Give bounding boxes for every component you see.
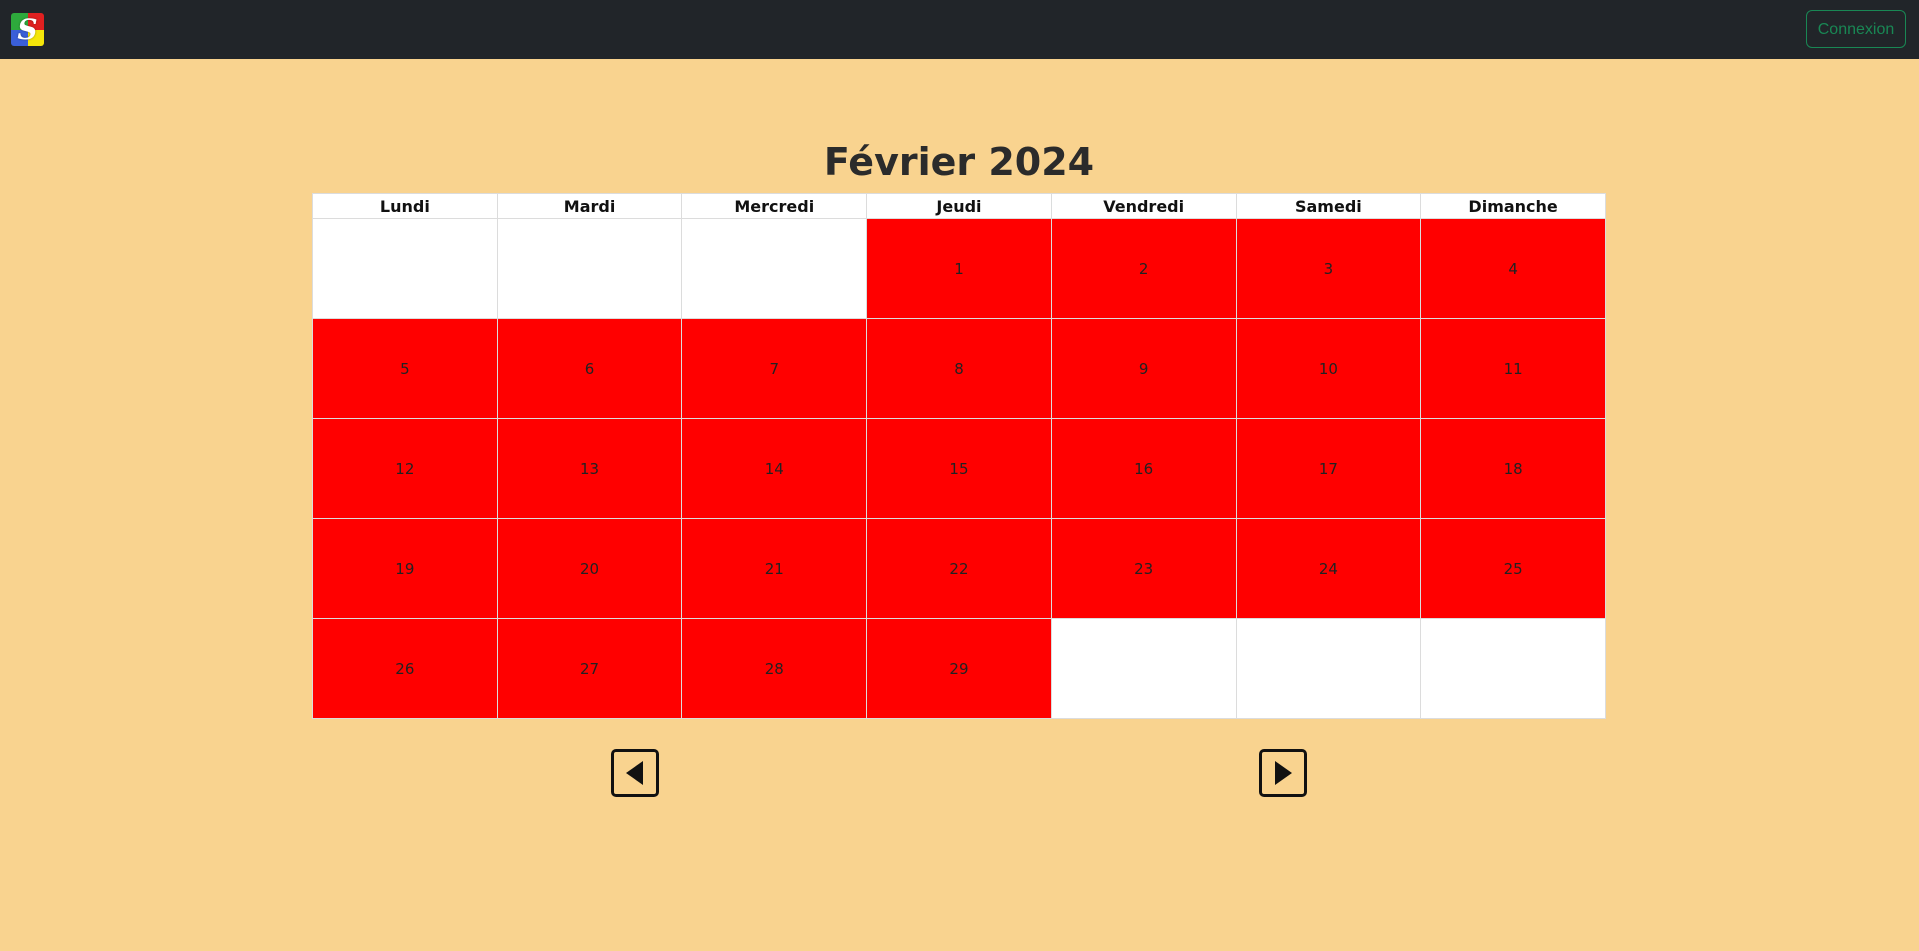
day-cell[interactable]: 2 [1050, 218, 1237, 319]
week-row: 5 6 7 8 9 10 11 [312, 318, 1606, 419]
calendar-title: Février 2024 [823, 140, 1095, 184]
day-cell[interactable]: 16 [1050, 418, 1237, 519]
day-cell [681, 218, 868, 319]
day-cell[interactable]: 28 [681, 618, 868, 719]
day-cell [496, 218, 683, 319]
brand-logo[interactable]: S [11, 13, 44, 46]
day-cell[interactable]: 11 [1420, 318, 1606, 419]
day-cell[interactable]: 18 [1420, 418, 1606, 519]
weekday-header: Vendredi [1050, 193, 1237, 219]
day-cell [1420, 618, 1606, 719]
day-cell [1050, 618, 1237, 719]
triangle-left-icon [626, 761, 643, 785]
calendar-grid: Lundi Mardi Mercredi Jeudi Vendredi Same… [312, 193, 1606, 719]
weekday-header: Mardi [496, 193, 683, 219]
triangle-right-icon [1275, 761, 1292, 785]
logo-letter: S [17, 13, 38, 46]
weekday-header-row: Lundi Mardi Mercredi Jeudi Vendredi Same… [312, 193, 1606, 219]
day-cell[interactable]: 29 [866, 618, 1052, 719]
day-cell [1235, 618, 1422, 719]
day-cell[interactable]: 27 [496, 618, 683, 719]
day-cell[interactable]: 6 [496, 318, 683, 419]
day-cell[interactable]: 14 [681, 418, 868, 519]
day-cell[interactable]: 7 [681, 318, 868, 419]
day-cell[interactable]: 12 [312, 418, 498, 519]
day-cell[interactable]: 20 [496, 518, 683, 619]
day-cell[interactable]: 21 [681, 518, 868, 619]
week-row: 19 20 21 22 23 24 25 [312, 518, 1606, 619]
day-cell[interactable]: 15 [866, 418, 1052, 519]
week-row: 1 2 3 4 [312, 218, 1606, 319]
day-cell[interactable]: 8 [866, 318, 1052, 419]
previous-month-button[interactable] [611, 749, 659, 797]
day-cell[interactable]: 23 [1050, 518, 1237, 619]
weekday-header: Dimanche [1420, 193, 1606, 219]
weekday-header: Samedi [1235, 193, 1422, 219]
day-cell [312, 218, 498, 319]
day-cell[interactable]: 24 [1235, 518, 1422, 619]
weekday-header: Lundi [312, 193, 498, 219]
next-month-button[interactable] [1259, 749, 1307, 797]
day-cell[interactable]: 9 [1050, 318, 1237, 419]
day-cell[interactable]: 4 [1420, 218, 1606, 319]
day-cell[interactable]: 25 [1420, 518, 1606, 619]
day-cell[interactable]: 5 [312, 318, 498, 419]
weekday-header: Jeudi [866, 193, 1052, 219]
top-navbar: S Connexion [0, 0, 1919, 59]
login-button[interactable]: Connexion [1806, 10, 1906, 48]
weekday-header: Mercredi [681, 193, 868, 219]
day-cell[interactable]: 13 [496, 418, 683, 519]
week-row: 12 13 14 15 16 17 18 [312, 418, 1606, 519]
day-cell[interactable]: 1 [866, 218, 1052, 319]
day-cell[interactable]: 17 [1235, 418, 1422, 519]
day-cell[interactable]: 26 [312, 618, 498, 719]
day-cell[interactable]: 22 [866, 518, 1052, 619]
day-cell[interactable]: 19 [312, 518, 498, 619]
day-cell[interactable]: 10 [1235, 318, 1422, 419]
week-row: 26 27 28 29 [312, 618, 1606, 719]
day-cell[interactable]: 3 [1235, 218, 1422, 319]
